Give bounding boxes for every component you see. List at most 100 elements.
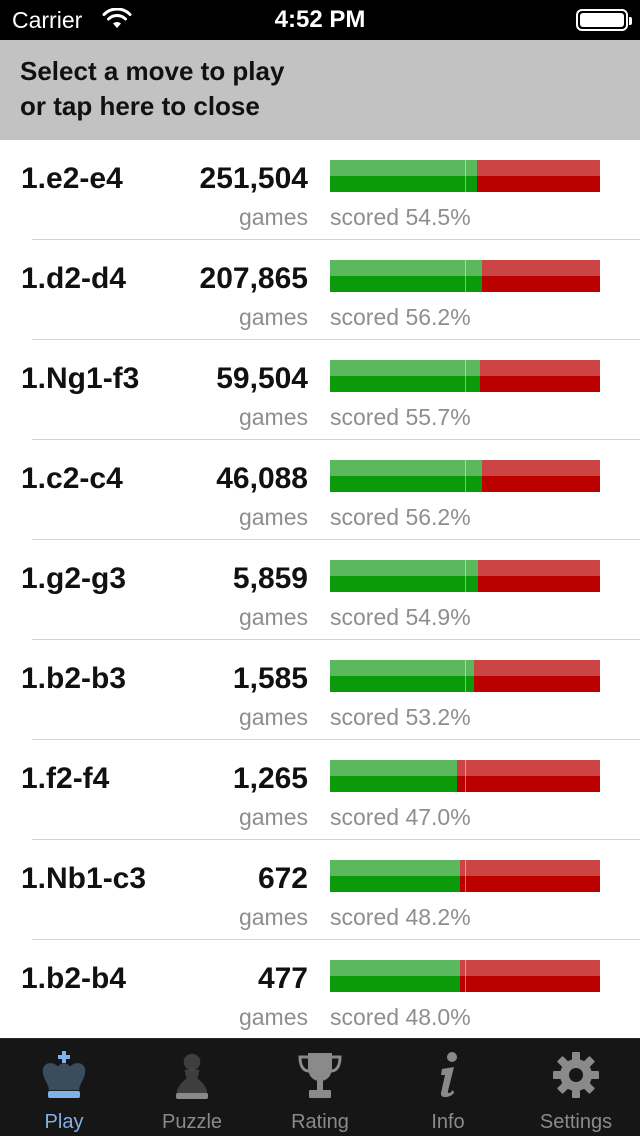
score-bar-win <box>330 276 482 292</box>
score-line: scored 55.7% <box>330 404 471 431</box>
score-bar-loss <box>460 876 600 892</box>
games-label: games <box>238 204 308 230</box>
king-crown-icon <box>42 1051 86 1098</box>
score-bar-loss <box>480 360 600 376</box>
tab-info[interactable]: Info <box>384 1039 512 1136</box>
game-count: 207,865 <box>199 262 308 295</box>
move-list[interactable]: 1.e2-e4 251,504 games scored 54.5% 1.d2-d4 20… <box>0 140 640 1038</box>
score-line: scored 56.2% <box>330 304 471 331</box>
move-notation: 1.Nb1-c3 <box>21 862 147 895</box>
games-label: games <box>238 404 308 430</box>
score-bar-midline <box>465 360 466 392</box>
score-bar-win <box>330 676 474 692</box>
score-bar-loss <box>478 560 600 576</box>
score-bar-loss <box>477 160 600 176</box>
score-bar-loss <box>482 260 600 276</box>
clock: 4:52 PM <box>274 6 366 33</box>
score-percent: 54.5% <box>405 204 471 230</box>
score-bar-midline <box>465 960 466 992</box>
tab-label: Settings <box>539 1111 613 1133</box>
score-percent: 47.0% <box>405 804 471 830</box>
score-bar <box>330 860 600 892</box>
move-notation: 1.g2-g3 <box>21 562 127 595</box>
pawn-icon <box>176 1053 208 1099</box>
close-prompt-banner[interactable]: Select a move to play or tap here to clo… <box>0 40 640 140</box>
score-bar-loss <box>482 476 600 492</box>
game-count: 251,504 <box>199 162 308 195</box>
tab-label: Puzzle <box>161 1111 223 1133</box>
tab-label: Info <box>431 1111 465 1133</box>
trophy-icon <box>298 1053 342 1098</box>
move-row[interactable]: 1.e2-e4 251,504 games scored 54.5% <box>0 140 640 240</box>
score-bar-loss <box>474 660 600 676</box>
score-bar <box>330 960 600 992</box>
score-line: scored 48.0% <box>330 1004 471 1031</box>
score-percent: 55.7% <box>405 404 471 430</box>
score-bar-loss <box>460 976 600 992</box>
score-bar-midline <box>465 760 466 792</box>
score-bar-midline <box>465 660 466 692</box>
move-notation: 1.b2-b3 <box>21 662 127 695</box>
score-bar-loss <box>457 776 600 792</box>
move-row[interactable]: 1.b2-b3 1,585 games scored 53.2% <box>0 640 640 740</box>
move-row[interactable]: 1.b2-b4 477 games scored 48.0% <box>0 940 640 1038</box>
tab-settings[interactable]: Settings <box>512 1039 640 1136</box>
move-notation: 1.b2-b4 <box>21 962 127 995</box>
score-percent: 56.2% <box>405 504 471 530</box>
games-label: games <box>238 504 308 530</box>
score-bar-win <box>330 476 482 492</box>
score-bar-loss <box>482 460 600 476</box>
score-bar-win <box>330 876 460 892</box>
games-label: games <box>238 904 308 930</box>
score-bar-win <box>330 560 478 576</box>
battery-icon <box>576 9 632 31</box>
scored-label: scored <box>330 704 400 730</box>
score-percent: 53.2% <box>405 704 471 730</box>
tab-rating[interactable]: Rating <box>256 1039 384 1136</box>
tab-bar: Play Puzzle Rating Info Settings <box>0 1038 640 1136</box>
score-line: scored 56.2% <box>330 504 471 531</box>
move-row[interactable]: 1.f2-f4 1,265 games scored 47.0% <box>0 740 640 840</box>
games-label: games <box>238 604 308 630</box>
score-bar <box>330 460 600 492</box>
score-bar <box>330 560 600 592</box>
move-row[interactable]: 1.c2-c4 46,088 games scored 56.2% <box>0 440 640 540</box>
move-notation: 1.e2-e4 <box>21 162 123 195</box>
score-line: scored 54.9% <box>330 604 471 631</box>
score-bar-win <box>330 776 457 792</box>
score-line: scored 47.0% <box>330 804 471 831</box>
score-bar-midline <box>465 460 466 492</box>
score-bar-win <box>330 576 478 592</box>
score-bar-win <box>330 976 460 992</box>
score-bar <box>330 660 600 692</box>
score-bar-win <box>330 160 477 176</box>
move-notation: 1.c2-c4 <box>21 462 123 495</box>
score-percent: 48.2% <box>405 904 471 930</box>
move-notation: 1.d2-d4 <box>21 262 127 295</box>
status-bar: Carrier 4:52 PM <box>0 0 640 40</box>
score-bar-loss <box>482 276 600 292</box>
score-percent: 54.9% <box>405 604 471 630</box>
info-icon <box>440 1052 457 1098</box>
game-count: 46,088 <box>216 462 308 495</box>
move-row[interactable]: 1.Ng1-f3 59,504 games scored 55.7% <box>0 340 640 440</box>
move-row[interactable]: 1.Nb1-c3 672 games scored 48.2% <box>0 840 640 940</box>
score-percent: 48.0% <box>405 1004 471 1030</box>
tab-puzzle[interactable]: Puzzle <box>128 1039 256 1136</box>
game-count: 1,265 <box>232 762 308 795</box>
scored-label: scored <box>330 804 400 830</box>
banner-line-2: or tap here to close <box>20 91 260 121</box>
banner-line-1: Select a move to play <box>20 56 285 86</box>
games-label: games <box>238 1004 308 1030</box>
tab-label: Play <box>44 1111 84 1133</box>
score-bar-loss <box>460 860 600 876</box>
tab-play[interactable]: Play <box>0 1039 128 1136</box>
score-line: scored 48.2% <box>330 904 471 931</box>
score-bar-win <box>330 360 480 376</box>
score-bar-win <box>330 960 460 976</box>
score-bar-win <box>330 260 482 276</box>
scored-label: scored <box>330 1004 400 1030</box>
move-row[interactable]: 1.d2-d4 207,865 games scored 56.2% <box>0 240 640 340</box>
move-row[interactable]: 1.g2-g3 5,859 games scored 54.9% <box>0 540 640 640</box>
game-count: 672 <box>257 862 308 895</box>
